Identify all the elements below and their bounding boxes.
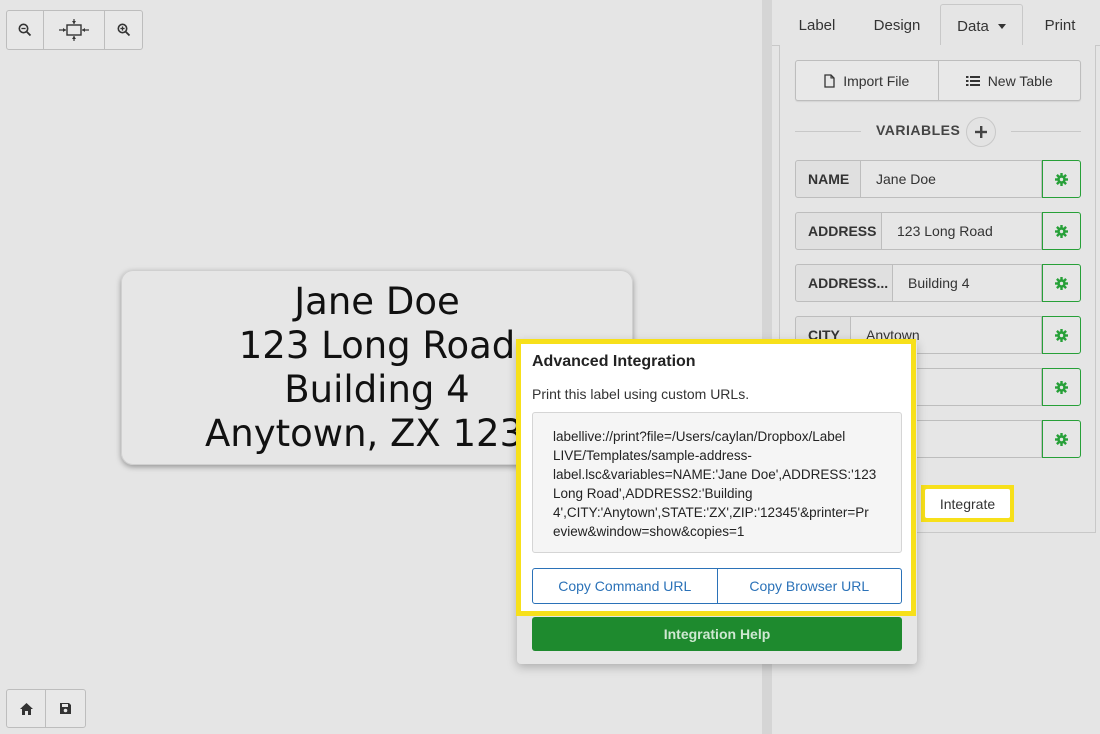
tab-print[interactable]: Print (1034, 4, 1086, 46)
divider-line (1011, 131, 1081, 132)
tab-label-text: Label (798, 16, 836, 34)
zoom-in-button[interactable] (105, 11, 142, 49)
url-line: Long Road',ADDRESS2:'Building (553, 486, 753, 501)
label-line-name: Jane Doe (294, 280, 460, 323)
bottom-toolbar (6, 689, 86, 728)
import-file-label: Import File (843, 72, 910, 89)
gear-icon (1055, 224, 1068, 238)
variable-settings-button[interactable] (1042, 212, 1081, 250)
variable-value-input[interactable]: Building 4 (893, 264, 1042, 302)
copy-command-url-button[interactable]: Copy Command URL (533, 569, 718, 603)
variable-value-input[interactable]: 123 Long Road (882, 212, 1042, 250)
url-line: labellive://print?file=/Users/caylan/Dro… (553, 429, 846, 444)
variable-row: NAME Jane Doe (795, 160, 1081, 198)
variable-settings-button[interactable] (1042, 316, 1081, 354)
new-table-button[interactable]: New Table (939, 61, 1081, 100)
data-actions: Import File New Table (795, 60, 1081, 101)
list-icon (965, 75, 980, 86)
import-file-button[interactable]: Import File (796, 61, 939, 100)
variable-value-input[interactable]: Jane Doe (861, 160, 1042, 198)
gear-icon (1055, 276, 1068, 290)
fit-to-screen-button[interactable] (44, 11, 105, 49)
tab-label[interactable]: Label (788, 4, 846, 46)
variables-header: VARIABLES (795, 117, 1081, 147)
variable-settings-button[interactable] (1042, 264, 1081, 302)
panel-tabs: Label Design Data Print (772, 0, 1100, 47)
variables-title: VARIABLES (876, 122, 961, 138)
url-line: 4',CITY:'Anytown',STATE:'ZX',ZIP:'12345'… (553, 505, 869, 520)
home-icon (19, 702, 33, 715)
integrate-highlight: Integrate (921, 485, 1014, 522)
tab-data[interactable]: Data (940, 4, 1023, 47)
url-line: label.lsc&variables=NAME:'Jane Doe',ADDR… (553, 467, 877, 482)
new-table-label: New Table (987, 72, 1053, 89)
popover-title: Advanced Integration (532, 353, 696, 370)
integration-help-button[interactable]: Integration Help (532, 617, 902, 651)
variable-row: ADDRESS... Building 4 (795, 264, 1081, 302)
variable-settings-button[interactable] (1042, 420, 1081, 458)
gear-icon (1055, 380, 1068, 394)
tab-design[interactable]: Design (864, 4, 930, 46)
save-button[interactable] (46, 690, 85, 727)
url-line: eview&window=show&copies=1 (553, 524, 745, 539)
gear-icon (1055, 432, 1068, 446)
file-icon (824, 73, 835, 88)
divider-line (795, 131, 861, 132)
gear-icon (1055, 172, 1068, 186)
tab-design-text: Design (873, 16, 921, 34)
url-line: LIVE/Templates/sample-address- (553, 448, 752, 463)
integrate-button[interactable]: Integrate (925, 489, 1010, 518)
zoom-out-icon (18, 23, 32, 37)
zoom-in-icon (117, 23, 130, 37)
variable-name: ADDRESS... (795, 264, 893, 302)
copy-browser-url-button[interactable]: Copy Browser URL (718, 569, 902, 603)
plus-icon (975, 126, 987, 138)
variable-name: ADDRESS (795, 212, 882, 250)
popover-subtitle: Print this label using custom URLs. (532, 386, 750, 402)
variable-settings-button[interactable] (1042, 368, 1081, 406)
variable-row: ADDRESS 123 Long Road (795, 212, 1081, 250)
zoom-out-button[interactable] (7, 11, 44, 49)
variable-name: NAME (795, 160, 861, 198)
home-button[interactable] (7, 690, 46, 727)
save-icon (60, 703, 71, 714)
add-variable-button[interactable] (966, 117, 996, 147)
gear-icon (1055, 328, 1068, 342)
tab-print-text: Print (1044, 16, 1076, 34)
zoom-toolbar (6, 10, 143, 50)
fit-to-screen-icon (59, 19, 89, 41)
variable-settings-button[interactable] (1042, 160, 1081, 198)
tab-data-text: Data (957, 17, 989, 35)
copy-url-buttons: Copy Command URL Copy Browser URL (532, 568, 902, 604)
integration-url-text[interactable]: labellive://print?file=/Users/caylan/Dro… (532, 412, 902, 553)
chevron-down-icon (997, 23, 1006, 29)
